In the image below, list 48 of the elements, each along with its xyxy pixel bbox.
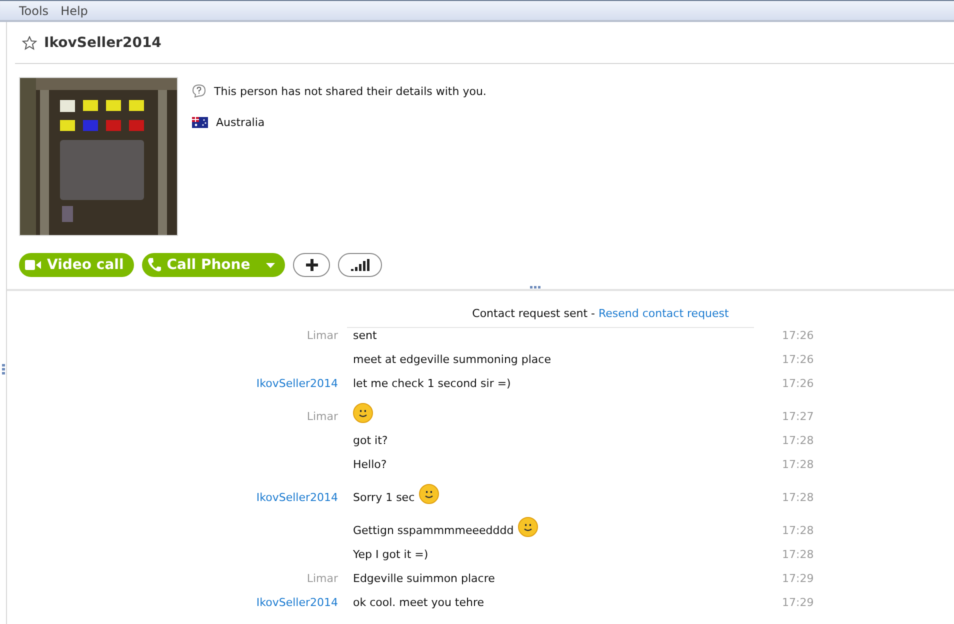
request-status: Contact request sent - (472, 307, 596, 320)
menu-item[interactable]: Help (60, 4, 88, 18)
message-text: ok cool. meet you tehre (353, 596, 484, 609)
call-quality-button[interactable] (338, 253, 382, 277)
call-phone-button[interactable]: Call Phone (142, 253, 286, 277)
menu-item[interactable]: Tools (19, 4, 49, 18)
message-time: 17:29 (782, 596, 815, 609)
resend-request-link[interactable]: Resend contact request (598, 307, 729, 320)
caret-icon (266, 262, 276, 268)
message-time: 17:28 (782, 524, 815, 537)
add-button[interactable] (293, 253, 330, 277)
sender-name: IkovSeller2014 (256, 491, 338, 504)
message-time: 17:26 (782, 353, 815, 366)
contact-name: IkovSeller2014 (44, 34, 162, 50)
video-camera-icon (25, 260, 41, 270)
star-icon[interactable] (22, 36, 37, 50)
phone-icon (148, 258, 161, 272)
message-text: got it? (353, 434, 388, 447)
message-time: 17:27 (782, 410, 815, 423)
question-bubble-icon (192, 84, 206, 98)
message-text: meet at edgeville summoning place (353, 353, 551, 366)
message-text: sent (353, 329, 377, 342)
details-note: This person has not shared their details with you. (214, 84, 486, 98)
message-text: Hello? (353, 458, 387, 471)
plus-icon (306, 259, 318, 271)
message-text: Edgeville suimmon placre (353, 572, 495, 585)
message-time: 17:26 (782, 329, 815, 342)
resize-grip-icon (2, 364, 4, 375)
country-label: Australia (216, 116, 265, 129)
resize-handle-icon[interactable] (530, 286, 541, 289)
sender-name: IkovSeller2014 (256, 596, 338, 609)
flag-icon (192, 117, 208, 128)
message-text: Gettign sspammmmeeedddd (353, 524, 514, 537)
message-text: let me check 1 second sir =) (353, 377, 511, 390)
message-time: 17:26 (782, 377, 815, 390)
sender-name: Limar (306, 572, 338, 585)
video-call-button[interactable]: Video call (19, 253, 134, 277)
message-time: 17:28 (782, 548, 815, 561)
sender-name: IkovSeller2014 (256, 377, 338, 390)
message-time: 17:29 (782, 572, 815, 585)
message-time: 17:28 (782, 491, 815, 504)
message-text: Yep I got it =) (353, 548, 428, 561)
sender-name: Limar (306, 410, 338, 423)
message-time: 17:28 (782, 434, 815, 447)
message-time: 17:28 (782, 458, 815, 471)
message-text: Sorry 1 sec (353, 491, 415, 504)
signal-bars-icon (350, 259, 370, 271)
sender-name: Limar (306, 329, 338, 342)
